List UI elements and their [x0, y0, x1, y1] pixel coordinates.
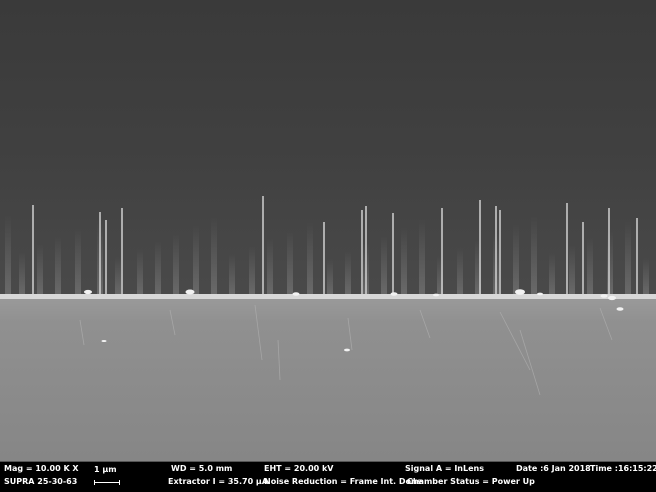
sem-info-bar: Mag = 10.00 K X SUPRA 25-30-63 1 µm WD =…: [0, 461, 656, 492]
wire-glow: [607, 229, 613, 296]
wire-glow: [287, 230, 293, 296]
wire-glow: [19, 252, 25, 296]
extractor-current-label: Extractor I = 35.70 µA: [168, 477, 269, 486]
wire-glow: [307, 222, 313, 296]
wire-glow: [137, 249, 143, 296]
eht-label: EHT = 20.00 kV: [264, 464, 334, 473]
particle: [185, 289, 195, 295]
noise-reduction-label: Noise Reduction = Frame Int. Done: [264, 477, 423, 486]
instrument-label: SUPRA 25-30-63: [4, 477, 78, 486]
wire-glow: [249, 246, 255, 296]
wire-glow: [155, 241, 161, 296]
wire-glow: [5, 215, 11, 296]
particle: [101, 339, 107, 343]
wire-glow: [401, 227, 407, 296]
wire-glow: [229, 254, 235, 296]
particle: [515, 289, 525, 295]
sem-micrograph: [0, 0, 656, 461]
date-label: Date :6 Jan 2018: [516, 464, 591, 473]
wire-glow: [37, 244, 43, 296]
wire-glow: [569, 245, 575, 296]
substrate-top-edge: [0, 294, 656, 299]
wire-glow: [115, 257, 121, 296]
magnification-label: Mag = 10.00 K X: [4, 464, 79, 473]
wire-glow: [531, 216, 537, 296]
wire-glow: [75, 228, 81, 296]
wire-glow: [55, 236, 61, 296]
wire-glow: [513, 224, 519, 296]
particle: [433, 293, 439, 297]
signal-label: Signal A = InLens: [405, 464, 484, 473]
wire-glow: [587, 237, 593, 296]
chamber-status-label: Chamber Status = Power Up: [407, 477, 535, 486]
scale-bar: [94, 480, 120, 485]
wire-glow: [211, 217, 217, 296]
wire-glow: [549, 253, 555, 296]
particle: [84, 289, 92, 295]
wire-glow: [625, 221, 631, 296]
particle: [344, 348, 350, 352]
wire-glow: [381, 235, 387, 296]
wire-glow: [173, 233, 179, 296]
wire-glow: [345, 251, 351, 296]
substrate-cross-section: [0, 298, 656, 461]
wire-glow: [267, 238, 273, 296]
scale-bar-label: 1 µm: [94, 465, 117, 474]
wire-glow: [327, 259, 333, 296]
wire-glow: [193, 225, 199, 296]
particle: [600, 294, 608, 298]
particle: [616, 307, 624, 311]
wire-glow: [457, 248, 463, 296]
particle: [608, 295, 616, 301]
time-label: Time :16:15:22: [590, 464, 656, 473]
particle: [292, 292, 300, 296]
wire-glow: [643, 258, 649, 296]
working-distance-label: WD = 5.0 mm: [171, 464, 233, 473]
particle: [537, 292, 543, 296]
info-bar-divider: [0, 461, 656, 462]
wire-glow: [419, 219, 425, 296]
particle: [390, 292, 398, 296]
